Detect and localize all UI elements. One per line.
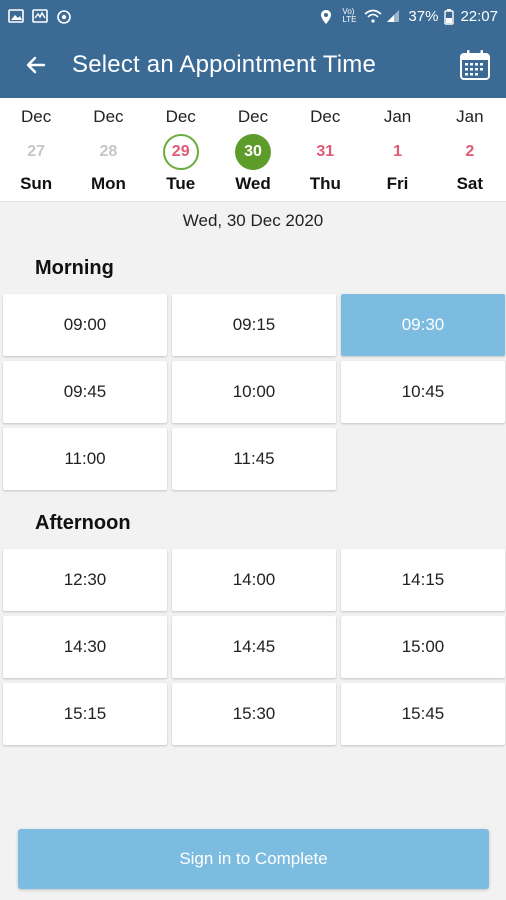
time-slot[interactable]: 15:00 bbox=[341, 616, 505, 678]
date-strip: Dec 27 Sun Dec 28 Mon Dec 29 Tue Dec 30 … bbox=[0, 98, 506, 202]
day-number-circle: 31 bbox=[307, 134, 343, 170]
time-slot[interactable]: 11:00 bbox=[3, 428, 167, 490]
time-slot[interactable]: 09:45 bbox=[3, 361, 167, 423]
time-slot[interactable]: 12:30 bbox=[3, 549, 167, 611]
afternoon-heading: Afternoon bbox=[35, 512, 131, 534]
network-type-label: Vo) LTE bbox=[342, 7, 357, 24]
time-slot[interactable]: 14:00 bbox=[172, 549, 336, 611]
time-slot[interactable]: 11:45 bbox=[172, 428, 336, 490]
wifi-icon bbox=[364, 9, 382, 23]
selected-date-label: Wed, 30 Dec 2020 bbox=[182, 211, 324, 230]
day-number: 2 bbox=[465, 143, 475, 160]
day-weekday: Sun bbox=[20, 174, 53, 193]
day-number-circle: 2 bbox=[452, 134, 488, 170]
day-weekday: Fri bbox=[386, 174, 409, 193]
day-number: 31 bbox=[316, 143, 335, 160]
day-weekday: Mon bbox=[90, 174, 126, 193]
activity-icon bbox=[32, 9, 48, 23]
morning-slots: 09:00 09:15 09:30 09:45 10:00 10:45 11:0… bbox=[0, 294, 506, 490]
afternoon-slots: 12:30 14:00 14:15 14:30 14:45 15:00 15:1… bbox=[0, 549, 506, 745]
day-wed-30[interactable]: Dec 30 Wed bbox=[217, 98, 289, 201]
sync-icon bbox=[56, 9, 72, 24]
signal-icon bbox=[386, 9, 402, 23]
day-tue-29[interactable]: Dec 29 Tue bbox=[145, 98, 217, 201]
day-weekday: Thu bbox=[309, 174, 341, 193]
day-weekday: Sat bbox=[456, 174, 484, 193]
day-number: 30 bbox=[244, 143, 262, 160]
app-bar: Select an Appointment Time bbox=[0, 32, 506, 98]
day-thu-31[interactable]: Dec 31 Thu bbox=[289, 98, 361, 201]
clock-time: 22:07 bbox=[460, 7, 498, 25]
status-left-icons bbox=[8, 9, 72, 24]
day-sat-2[interactable]: Jan 2 Sat bbox=[434, 98, 506, 201]
time-slot[interactable]: 09:15 bbox=[172, 294, 336, 356]
back-button[interactable] bbox=[22, 51, 50, 79]
day-weekday: Tue bbox=[166, 174, 196, 193]
day-number: 29 bbox=[171, 143, 190, 160]
calendar-icon bbox=[460, 50, 490, 80]
morning-heading: Morning bbox=[35, 257, 114, 279]
calendar-button[interactable] bbox=[458, 48, 492, 82]
day-month: Jan bbox=[383, 107, 412, 126]
day-month: Dec bbox=[21, 107, 52, 126]
page-title: Select an Appointment Time bbox=[72, 51, 377, 78]
day-number: 1 bbox=[393, 143, 402, 160]
back-arrow-icon bbox=[26, 56, 46, 74]
day-fri-1[interactable]: Jan 1 Fri bbox=[361, 98, 433, 201]
day-month: Jan bbox=[456, 107, 484, 126]
today-ring: 29 bbox=[162, 134, 199, 170]
time-slot[interactable]: 14:15 bbox=[341, 549, 505, 611]
day-mon-28[interactable]: Dec 28 Mon bbox=[72, 98, 144, 201]
status-bar: Vo) LTE 37% 22:07 bbox=[0, 0, 506, 32]
image-icon bbox=[8, 9, 24, 23]
selected-day-circle: 30 bbox=[234, 134, 271, 170]
day-number-circle: 28 bbox=[90, 134, 126, 170]
day-month: Dec bbox=[165, 107, 196, 126]
time-slot[interactable]: 15:30 bbox=[172, 683, 336, 745]
day-number: 28 bbox=[99, 143, 118, 160]
time-slot[interactable]: 10:45 bbox=[341, 361, 505, 423]
status-right: Vo) LTE 37% 22:07 bbox=[320, 8, 498, 25]
time-slot[interactable]: 10:00 bbox=[172, 361, 336, 423]
time-slot-selected[interactable]: 09:30 bbox=[341, 294, 505, 356]
battery-percent: 37% bbox=[408, 7, 439, 25]
day-month: Dec bbox=[310, 107, 341, 126]
day-number: 27 bbox=[27, 143, 46, 160]
time-slot[interactable]: 14:45 bbox=[172, 616, 336, 678]
day-month: Dec bbox=[237, 107, 269, 126]
time-slot[interactable]: 09:00 bbox=[3, 294, 167, 356]
time-slot[interactable]: 15:45 bbox=[341, 683, 505, 745]
time-slot[interactable]: 15:15 bbox=[3, 683, 167, 745]
time-slot[interactable]: 14:30 bbox=[3, 616, 167, 678]
battery-icon bbox=[444, 9, 455, 25]
location-icon bbox=[320, 9, 336, 24]
day-month: Dec bbox=[93, 107, 124, 126]
day-weekday: Wed bbox=[235, 174, 271, 193]
sign-in-to-complete-button[interactable]: Sign in to Complete bbox=[18, 829, 489, 889]
day-sun-27[interactable]: Dec 27 Sun bbox=[0, 98, 72, 201]
day-number-circle: 27 bbox=[18, 134, 54, 170]
day-number-circle: 1 bbox=[380, 134, 416, 170]
